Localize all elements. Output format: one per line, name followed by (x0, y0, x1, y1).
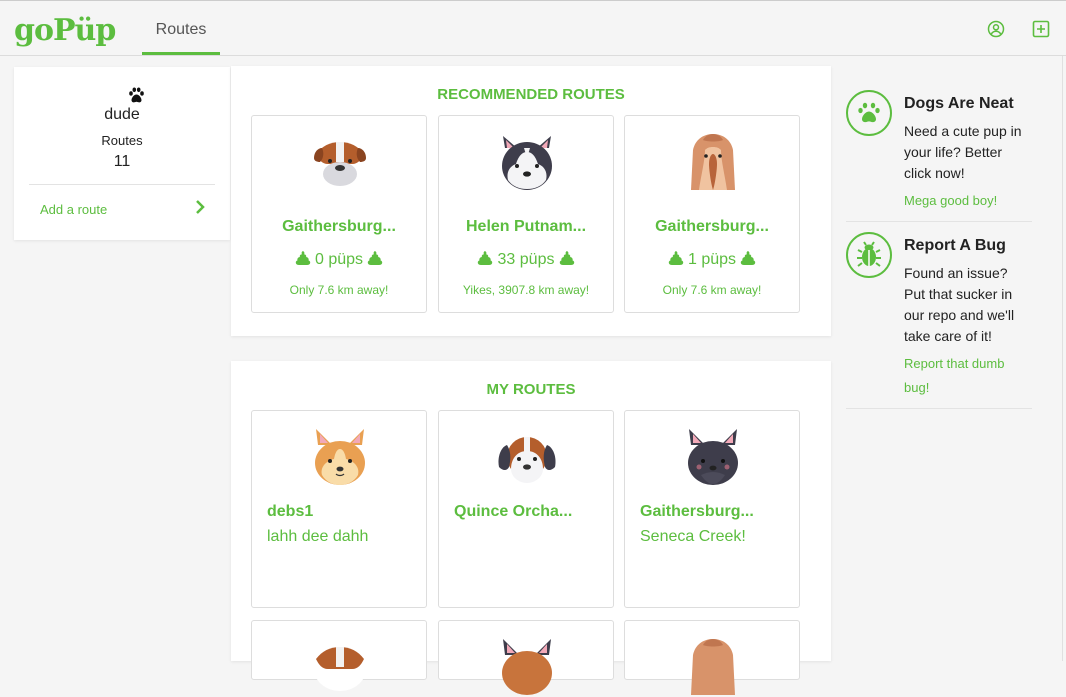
pup-count-text: 33 püps (497, 251, 555, 268)
recommended-routes-panel: RECOMMENDED ROUTES Gaithersburg... 0 püp… (231, 66, 831, 336)
husky-icon (502, 136, 552, 190)
poop-icon (367, 250, 383, 266)
route-distance: Only 7.6 km away! (289, 283, 389, 297)
pup-count: 1 püps (625, 250, 799, 269)
divider (29, 184, 215, 185)
my-routes-panel: MY ROUTES debs1 lahh dee dahh Quince Orc… (231, 361, 831, 695)
routes-count: 11 (113, 153, 131, 170)
paw-circle-icon (846, 90, 892, 136)
account-circle-icon[interactable] (987, 20, 1005, 38)
profile-name: dude (104, 106, 140, 123)
poop-icon (295, 250, 311, 266)
afghan-hound-icon (691, 639, 735, 695)
my-route-name: Quince Orcha... (454, 503, 573, 520)
bulldog-icon (314, 142, 366, 186)
bug-circle-icon (846, 232, 892, 278)
poop-icon (668, 250, 684, 266)
route-card[interactable]: Gaithersburg... 0 püps Only 7.6 km away! (251, 115, 427, 313)
pup-count-text: 1 püps (687, 251, 737, 268)
add-route-link[interactable]: Add a route (40, 202, 107, 217)
route-distance: Yikes, 3907.8 km away! (462, 283, 590, 297)
my-route-desc: Seneca Creek! (640, 528, 746, 545)
dogs-are-neat-title: Dogs Are Neat (904, 95, 1014, 112)
my-route-desc: lahh dee dahh (267, 528, 369, 545)
poop-icon (477, 250, 493, 266)
my-route-card[interactable]: Quince Orcha... (438, 410, 614, 608)
my-route-name: Gaithersburg... (640, 503, 754, 520)
divider (846, 221, 1032, 222)
poop-icon (559, 250, 575, 266)
route-name: Helen Putnam... (465, 218, 587, 235)
my-route-card[interactable]: debs1 lahh dee dahh (251, 410, 427, 608)
bulldog-icon (314, 647, 366, 691)
routes-label: Routes (101, 133, 143, 148)
my-route-card[interactable] (624, 620, 800, 695)
my-routes-title: MY ROUTES (486, 381, 576, 398)
pup-count-text: 0 püps (314, 251, 364, 268)
shiba-icon (502, 639, 552, 695)
my-route-card[interactable] (251, 620, 427, 691)
poop-icon (740, 250, 756, 266)
route-card[interactable]: Gaithersburg... 1 püps Only 7.6 km away! (624, 115, 800, 313)
route-name: Gaithersburg... (282, 218, 396, 235)
beagle-icon (498, 437, 556, 483)
tab-routes[interactable]: Routes (142, 1, 220, 55)
top-navbar: goPüp Routes (0, 0, 1066, 56)
black-cat-dog-icon (688, 429, 738, 485)
scrollbar-track (1062, 56, 1063, 661)
pup-count: 33 püps (439, 250, 613, 269)
report-bug-title: Report A Bug (904, 237, 1006, 254)
corgi-icon (315, 429, 365, 485)
my-route-card[interactable] (438, 620, 614, 695)
recommended-routes-title: RECOMMENDED ROUTES (437, 86, 625, 103)
route-name: Gaithersburg... (655, 218, 769, 235)
mega-good-boy-link[interactable]: Mega good boy! (904, 189, 1028, 213)
paw-icon (129, 87, 144, 103)
report-bug-link[interactable]: Report that dumb bug! (904, 352, 1028, 400)
dogs-are-neat-text: Need a cute pup in your life? Better cli… (904, 123, 1022, 181)
pup-count: 0 püps (252, 250, 426, 269)
afghan-hound-icon (691, 134, 735, 190)
my-route-name: debs1 (267, 503, 314, 520)
route-distance: Only 7.6 km away! (662, 283, 762, 297)
add-box-icon[interactable] (1032, 20, 1050, 38)
profile-card: dude Routes 11 Add a route (14, 67, 230, 240)
chevron-right-icon[interactable] (194, 199, 206, 215)
gopup-logo[interactable]: goPüp (14, 13, 116, 48)
divider (846, 408, 1032, 409)
report-bug-text: Found an issue? Put that sucker in our r… (904, 265, 1015, 344)
route-card[interactable]: Helen Putnam... 33 püps Yikes, 3907.8 km… (438, 115, 614, 313)
my-route-card[interactable]: Gaithersburg... Seneca Creek! (624, 410, 800, 608)
